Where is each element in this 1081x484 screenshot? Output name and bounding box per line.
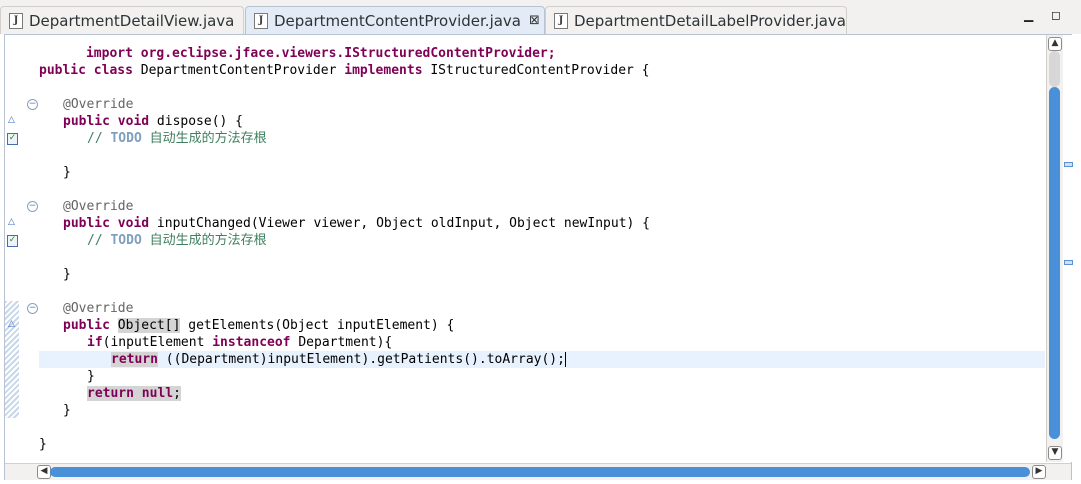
code-line: if(inputElement instanceof Department){ bbox=[87, 334, 392, 351]
scroll-down-icon[interactable]: ▼ bbox=[1048, 446, 1062, 460]
code-keyword: return bbox=[111, 352, 158, 367]
code-area[interactable]: import org.eclipse.jface.viewers.IStruct… bbox=[39, 35, 1045, 462]
maximize-icon[interactable]: ◻ bbox=[1051, 8, 1061, 22]
minimize-icon[interactable]: ▁ bbox=[1024, 8, 1033, 22]
code-text: ((Department)inputElement).getPatients()… bbox=[157, 352, 565, 367]
code-line: } bbox=[39, 436, 47, 453]
horizontal-scrollbar[interactable]: ◀ ▶ bbox=[5, 463, 1071, 480]
code-text: Department){ bbox=[290, 335, 393, 350]
task-marker-icon[interactable]: ✓ bbox=[7, 133, 18, 145]
code-editor[interactable]: △ ✓ △ ✓ △ − − − import org.eclipse.jface… bbox=[4, 34, 1073, 480]
code-keyword: public bbox=[63, 318, 110, 333]
code-text: } bbox=[63, 165, 71, 180]
code-line: return null; bbox=[87, 385, 181, 402]
code-line: @Override bbox=[63, 96, 133, 113]
code-line: public void inputChanged(Viewer viewer, … bbox=[63, 215, 650, 232]
code-comment: // bbox=[87, 131, 111, 146]
text-caret bbox=[564, 352, 566, 367]
vertical-scroll-thumb[interactable] bbox=[1049, 87, 1060, 439]
code-keyword: public class bbox=[39, 63, 133, 78]
code-keyword: public void bbox=[63, 114, 150, 129]
code-import-line: import org.eclipse.jface.viewers.IStruct… bbox=[85, 46, 556, 61]
code-line: // TODO 自动生成的方法存根 bbox=[87, 232, 267, 249]
code-annotation: @Override bbox=[63, 97, 134, 112]
scroll-right-icon[interactable]: ▶ bbox=[1032, 465, 1046, 479]
code-keyword: if bbox=[87, 335, 103, 350]
code-keyword: null bbox=[141, 386, 174, 401]
code-text: getElements(Object inputElement) { bbox=[180, 318, 455, 333]
tab-department-detail-label-provider[interactable]: J DepartmentDetailLabelProvider.java bbox=[545, 6, 847, 34]
code-comment: // bbox=[87, 233, 111, 248]
java-file-icon: J bbox=[554, 12, 568, 29]
code-line: } bbox=[63, 402, 71, 419]
code-line: public class DepartmentContentProvider i… bbox=[39, 62, 650, 79]
code-text: } bbox=[63, 403, 71, 418]
code-todo-tag: TODO bbox=[110, 131, 142, 146]
tab-label: DepartmentDetailLabelProvider.java bbox=[574, 11, 846, 30]
code-keyword: instanceof bbox=[212, 335, 291, 350]
code-line: } bbox=[63, 164, 71, 181]
code-text: inputChanged(Viewer viewer, Object oldIn… bbox=[149, 216, 650, 231]
override-marker-icon: △ bbox=[8, 115, 15, 125]
tab-department-detail-view[interactable]: J DepartmentDetailView.java bbox=[0, 6, 244, 34]
java-file-icon: J bbox=[9, 12, 23, 29]
horizontal-scroll-thumb[interactable] bbox=[50, 467, 1030, 477]
scroll-up-icon[interactable]: ▲ bbox=[1048, 37, 1062, 51]
code-text: IStructuredContentProvider { bbox=[422, 63, 650, 78]
overview-task-marker[interactable] bbox=[1064, 162, 1073, 167]
code-text: DepartmentContentProvider bbox=[132, 63, 345, 78]
tab-label: DepartmentDetailView.java bbox=[29, 11, 235, 30]
code-comment: 自动生成的方法存根 bbox=[141, 131, 267, 146]
code-text: } bbox=[87, 369, 95, 384]
code-line: } bbox=[63, 266, 71, 283]
code-annotation: @Override bbox=[63, 199, 134, 214]
editor-tab-bar: J DepartmentDetailView.java J Department… bbox=[0, 0, 1081, 34]
code-todo-tag: TODO bbox=[110, 233, 142, 248]
annotation-ruler: △ ✓ △ ✓ △ bbox=[5, 35, 19, 462]
code-line: // TODO 自动生成的方法存根 bbox=[87, 130, 267, 147]
code-line: @Override bbox=[63, 198, 133, 215]
overview-ruler[interactable] bbox=[1063, 35, 1073, 462]
code-line: return ((Department)inputElement).getPat… bbox=[111, 351, 566, 368]
code-highlighted-type: Object[] bbox=[117, 318, 181, 333]
fold-collapse-icon[interactable]: − bbox=[27, 303, 38, 314]
fold-collapse-icon[interactable]: − bbox=[27, 201, 38, 212]
code-comment: 自动生成的方法存根 bbox=[141, 233, 267, 248]
override-marker-icon: △ bbox=[8, 319, 15, 329]
overview-task-marker[interactable] bbox=[1064, 260, 1073, 265]
code-text: dispose() { bbox=[149, 114, 244, 129]
code-line: public Object[] getElements(Object input… bbox=[63, 317, 454, 334]
tab-department-content-provider[interactable]: J DepartmentContentProvider.java ⊠ bbox=[245, 6, 545, 34]
code-text: } bbox=[39, 437, 47, 452]
code-keyword: return bbox=[87, 386, 134, 401]
code-text: (inputElement bbox=[102, 335, 213, 350]
code-text: ; bbox=[173, 386, 181, 401]
code-line: } bbox=[87, 368, 95, 385]
task-marker-icon[interactable]: ✓ bbox=[7, 235, 18, 247]
code-keyword: implements bbox=[344, 63, 423, 78]
tab-label: DepartmentContentProvider.java bbox=[274, 11, 522, 30]
code-line: @Override bbox=[63, 300, 133, 317]
code-keyword: public void bbox=[63, 216, 150, 231]
scrollbar-track-upper[interactable] bbox=[1049, 51, 1060, 87]
override-marker-icon: △ bbox=[8, 217, 15, 227]
vertical-scrollbar[interactable]: ▲ ▼ bbox=[1046, 35, 1063, 462]
java-file-icon: J bbox=[254, 12, 268, 29]
scroll-left-icon[interactable]: ◀ bbox=[37, 465, 51, 479]
code-line: import org.eclipse.jface.viewers.IStruct… bbox=[39, 35, 556, 61]
close-tab-icon[interactable]: ⊠ bbox=[529, 13, 540, 28]
code-annotation: @Override bbox=[63, 301, 134, 316]
fold-collapse-icon[interactable]: − bbox=[27, 99, 38, 110]
code-text: } bbox=[63, 267, 71, 282]
code-line: public void dispose() { bbox=[63, 113, 243, 130]
